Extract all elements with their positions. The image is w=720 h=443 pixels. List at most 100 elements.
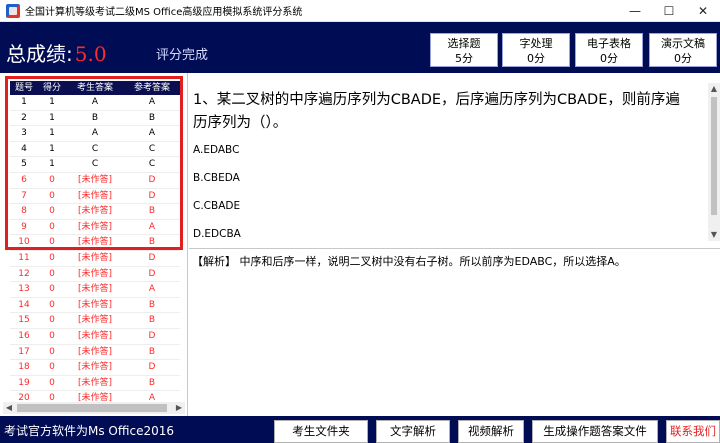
score-box-excel[interactable]: 电子表格 0分	[575, 33, 643, 67]
cell-reference: D	[148, 362, 156, 373]
option-d[interactable]: D.EDCBA	[193, 228, 241, 240]
score-box-choice[interactable]: 选择题 5分	[430, 33, 498, 67]
cell-number: 14	[18, 299, 30, 310]
table-row[interactable]: 13 0 [未作答] A	[10, 282, 180, 298]
cell-answer: [未作答]	[77, 299, 113, 310]
cell-answer: A	[91, 97, 99, 107]
close-button[interactable]: ✕	[686, 0, 720, 22]
cell-score: 0	[49, 221, 55, 232]
text-analysis-button[interactable]: 文字解析	[376, 420, 450, 443]
cell-score: 0	[49, 237, 55, 248]
cell-number: 17	[18, 346, 30, 357]
table-row[interactable]: 17 0 [未作答] B	[10, 345, 180, 361]
cell-number: 8	[21, 206, 27, 217]
table-row[interactable]: 3 1 A A	[10, 126, 180, 142]
cell-score: 0	[49, 252, 55, 263]
cell-reference: A	[148, 128, 156, 139]
table-row[interactable]: 14 0 [未作答] B	[10, 298, 180, 314]
option-a[interactable]: A.EDABC	[193, 144, 239, 156]
score-box-label: 选择题	[447, 37, 481, 50]
window-controls: — ☐ ✕	[618, 0, 720, 22]
cell-answer: [未作答]	[77, 252, 113, 263]
cell-score: 1	[49, 112, 55, 123]
table-row[interactable]: 10 0 [未作答] B	[10, 235, 180, 251]
cell-number: 2	[21, 112, 27, 123]
scroll-down-icon[interactable]: ▼	[708, 229, 720, 241]
cell-reference: B	[148, 112, 156, 123]
app-icon	[6, 3, 20, 18]
video-analysis-button[interactable]: 视频解析	[458, 420, 524, 443]
table-row[interactable]: 8 0 [未作答] B	[10, 204, 180, 220]
cell-number: 18	[18, 362, 30, 373]
option-c[interactable]: C.CBADE	[193, 200, 240, 212]
table-row[interactable]: 15 0 [未作答] B	[10, 313, 180, 329]
table-row[interactable]: 19 0 [未作答] B	[10, 376, 180, 392]
cell-answer: C	[91, 143, 99, 154]
cell-reference: B	[148, 206, 156, 217]
score-box-label: 电子表格	[587, 37, 631, 50]
score-box-value: 0分	[674, 52, 692, 65]
total-score-label: 总成绩:	[6, 42, 73, 66]
cell-number: 6	[21, 174, 27, 185]
cell-score: 0	[49, 315, 55, 326]
cell-answer: [未作答]	[77, 284, 113, 295]
cell-number: 12	[18, 268, 30, 279]
cell-reference: C	[148, 159, 156, 170]
cell-score: 0	[49, 268, 55, 279]
cell-reference: A	[148, 221, 156, 232]
score-box-word[interactable]: 字处理 0分	[502, 33, 570, 67]
table-row[interactable]: 2 1 B B	[10, 111, 180, 127]
cell-answer: [未作答]	[77, 268, 113, 279]
table-row[interactable]: 12 0 [未作答] D	[10, 267, 180, 283]
table-row[interactable]: 1 1 A A	[10, 95, 180, 111]
maximize-button[interactable]: ☐	[652, 0, 686, 22]
cell-number: 3	[21, 128, 27, 139]
table-row[interactable]: 5 1 C C	[10, 157, 180, 173]
column-header-number: 题号	[14, 83, 33, 93]
contact-us-button[interactable]: 联系我们	[666, 420, 720, 443]
cell-number: 19	[18, 377, 30, 388]
cell-score: 0	[49, 362, 55, 373]
score-box-label: 字处理	[519, 37, 553, 50]
scroll-left-icon[interactable]: ◀	[3, 402, 15, 414]
cell-number: 1	[21, 97, 27, 107]
cell-answer: [未作答]	[77, 206, 113, 217]
question-text: 1、某二叉树的中序遍历序列为CBADE，后序遍历序列为CBADE，则前序遍历序列…	[193, 92, 680, 131]
scrollbar-thumb[interactable]	[17, 404, 167, 412]
minimize-button[interactable]: —	[618, 0, 652, 22]
cell-score: 0	[49, 346, 55, 357]
option-b[interactable]: B.CBEDA	[193, 172, 240, 184]
cell-score: 1	[49, 97, 55, 107]
scroll-up-icon[interactable]: ▲	[708, 83, 720, 95]
candidate-folder-button[interactable]: 考生文件夹	[274, 420, 368, 443]
score-box-ppt[interactable]: 演示文稿 0分	[649, 33, 717, 67]
cell-number: 10	[18, 237, 30, 248]
cell-answer: [未作答]	[77, 221, 113, 232]
cell-reference: A	[148, 97, 156, 107]
table-row[interactable]: 7 0 [未作答] D	[10, 189, 180, 205]
table-row[interactable]: 6 0 [未作答] D	[10, 173, 180, 189]
results-table-header: 题号 得分 考生答案 参考答案	[10, 81, 180, 95]
table-row[interactable]: 9 0 [未作答] A	[10, 220, 180, 236]
generate-answer-file-button[interactable]: 生成操作题答案文件	[532, 420, 658, 443]
score-box-label: 演示文稿	[661, 37, 705, 50]
scrollbar-thumb[interactable]	[711, 97, 717, 215]
question-panel: 1、某二叉树的中序遍历序列为CBADE，后序遍历序列为CBADE，则前序遍历序列…	[189, 73, 720, 249]
total-score: 总成绩: 5.0	[6, 41, 107, 67]
cell-number: 5	[21, 159, 27, 170]
vertical-scrollbar[interactable]: ▲ ▼	[708, 83, 720, 241]
cell-score: 0	[49, 284, 55, 295]
cell-answer: [未作答]	[77, 190, 113, 201]
table-row[interactable]: 4 1 C C	[10, 142, 180, 158]
cell-reference: B	[148, 346, 156, 357]
table-row[interactable]: 16 0 [未作答] D	[10, 329, 180, 345]
cell-number: 7	[21, 190, 27, 201]
column-header-answer: 考生答案	[76, 83, 113, 93]
table-row[interactable]: 11 0 [未作答] D	[10, 251, 180, 267]
footer-bar: 考试官方软件为Ms Office2016 考生文件夹 文字解析 视频解析 生成操…	[0, 416, 720, 443]
scroll-right-icon[interactable]: ▶	[173, 402, 185, 414]
cell-number: 13	[18, 284, 30, 295]
horizontal-scrollbar[interactable]: ◀ ▶	[3, 402, 185, 414]
table-row[interactable]: 18 0 [未作答] D	[10, 360, 180, 376]
cell-score: 0	[49, 377, 55, 388]
